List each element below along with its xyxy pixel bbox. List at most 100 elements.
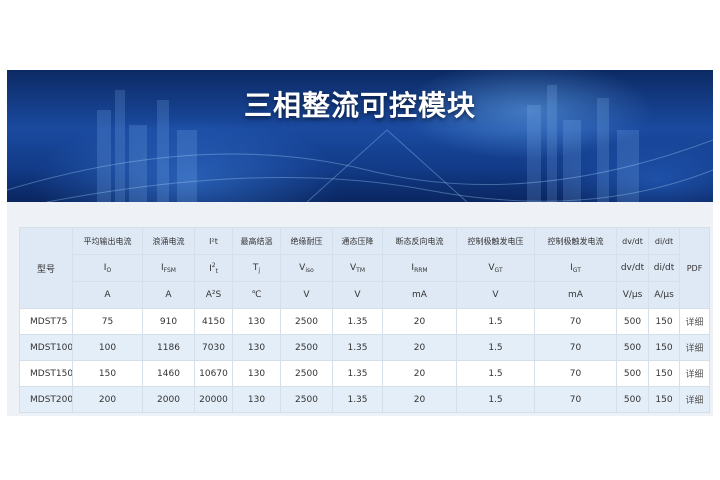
symbol-sub: j <box>258 266 261 274</box>
column-name: 断态反向电流 <box>382 227 457 255</box>
symbol-base: dv/dt <box>620 263 645 273</box>
column-unit: A <box>72 281 143 309</box>
value-cell: 70 <box>534 308 617 335</box>
value-cell: 500 <box>616 334 649 361</box>
column-unit: A²S <box>194 281 233 309</box>
value-cell: 70 <box>534 386 617 413</box>
value-cell: 2500 <box>280 334 333 361</box>
column-name: 控制极触发电压 <box>456 227 535 255</box>
column-symbol: IFSM <box>142 254 195 282</box>
column-symbol: IRRM <box>382 254 457 282</box>
value-cell: 130 <box>232 308 281 335</box>
detail-cell: 详细 <box>679 308 710 335</box>
value-cell: 70 <box>534 360 617 387</box>
banner-title: 三相整流可控模块 <box>243 89 476 122</box>
symbol-sub: t <box>215 267 218 275</box>
symbol-sub: FSM <box>163 266 176 274</box>
value-cell: 2500 <box>280 386 333 413</box>
column-symbol: IO <box>72 254 143 282</box>
detail-link[interactable]: 详细 <box>685 370 703 380</box>
value-cell: 130 <box>232 360 281 387</box>
value-cell: 2000 <box>142 386 195 413</box>
value-cell: 1.35 <box>332 334 383 361</box>
value-cell: 20 <box>382 334 457 361</box>
column-symbol: VGT <box>456 254 535 282</box>
symbol-base: di/dt <box>653 263 675 273</box>
column-unit: ℃ <box>232 281 281 309</box>
value-cell: 130 <box>232 386 281 413</box>
column-symbol: VTM <box>332 254 383 282</box>
column-name: dv/dt <box>616 227 649 255</box>
column-unit: V/μs <box>616 281 649 309</box>
column-name: 浪涌电流 <box>142 227 195 255</box>
column-name: 平均输出电流 <box>72 227 143 255</box>
column-unit: V <box>332 281 383 309</box>
symbol-sub: GT <box>494 266 503 274</box>
value-cell: 150 <box>648 386 680 413</box>
value-cell: 1.5 <box>456 386 535 413</box>
detail-cell: 详细 <box>679 334 710 361</box>
symbol-sub: TM <box>356 266 365 274</box>
table-row: MDST200 200 2000 20000 130 2500 1.35 20 1.5 70 500… <box>19 386 710 413</box>
value-cell: 75 <box>72 308 143 335</box>
column-unit: A <box>142 281 195 309</box>
symbol-sub: GT <box>572 266 581 274</box>
value-cell: 1.35 <box>332 308 383 335</box>
value-cell: 100 <box>72 334 143 361</box>
value-cell: 10670 <box>194 360 233 387</box>
model-cell: MDST75 <box>19 308 73 335</box>
value-cell: 2500 <box>280 308 333 335</box>
value-cell: 500 <box>616 386 649 413</box>
value-cell: 150 <box>648 308 680 335</box>
value-cell: 1.35 <box>332 386 383 413</box>
column-unit: mA <box>382 281 457 309</box>
column-symbol: IGT <box>534 254 617 282</box>
value-cell: 4150 <box>194 308 233 335</box>
spec-table: 型号 平均输出电流 浪涌电流 I²t 最高结温 绝缘耐压 通态压降 断态反向电流 控制极触发电… <box>19 227 710 413</box>
column-name: 最高结温 <box>232 227 281 255</box>
value-cell: 70 <box>534 334 617 361</box>
value-cell: 20 <box>382 386 457 413</box>
column-name: I²t <box>194 227 233 255</box>
value-cell: 150 <box>72 360 143 387</box>
value-cell: 20 <box>382 308 457 335</box>
column-symbol: Viso <box>280 254 333 282</box>
column-unit: mA <box>534 281 617 309</box>
column-unit: A/μs <box>648 281 680 309</box>
symbol-sub: iso <box>305 266 314 274</box>
value-cell: 1460 <box>142 360 195 387</box>
value-cell: 1.5 <box>456 308 535 335</box>
column-symbol: di/dt <box>648 254 680 282</box>
column-unit: V <box>280 281 333 309</box>
value-cell: 20000 <box>194 386 233 413</box>
detail-cell: 详细 <box>679 360 710 387</box>
column-name: 通态压降 <box>332 227 383 255</box>
symbol-sub: RRM <box>414 266 428 274</box>
banner: 三相整流可控模块 <box>7 70 713 202</box>
value-cell: 910 <box>142 308 195 335</box>
column-name: di/dt <box>648 227 680 255</box>
value-cell: 200 <box>72 386 143 413</box>
value-cell: 500 <box>616 308 649 335</box>
column-symbol: dv/dt <box>616 254 649 282</box>
value-cell: 1186 <box>142 334 195 361</box>
detail-link[interactable]: 详细 <box>685 318 703 328</box>
pdf-header: PDF <box>679 227 710 309</box>
model-cell: MDST200 <box>19 386 73 413</box>
detail-link[interactable]: 详细 <box>685 344 703 354</box>
model-cell: MDST100 <box>19 334 73 361</box>
column-unit: V <box>456 281 535 309</box>
column-name: 绝缘耐压 <box>280 227 333 255</box>
value-cell: 1.5 <box>456 360 535 387</box>
value-cell: 150 <box>648 360 680 387</box>
model-header: 型号 <box>19 227 73 309</box>
table-row: MDST75 75 910 4150 130 2500 1.35 20 1.5 70 500 150 详… <box>19 308 710 335</box>
detail-link[interactable]: 详细 <box>685 396 703 406</box>
value-cell: 20 <box>382 360 457 387</box>
value-cell: 1.5 <box>456 334 535 361</box>
value-cell: 2500 <box>280 360 333 387</box>
column-symbol: I2t <box>194 254 233 282</box>
value-cell: 150 <box>648 334 680 361</box>
table-row: MDST100 100 1186 7030 130 2500 1.35 20 1.5 70 500 1… <box>19 334 710 361</box>
value-cell: 7030 <box>194 334 233 361</box>
